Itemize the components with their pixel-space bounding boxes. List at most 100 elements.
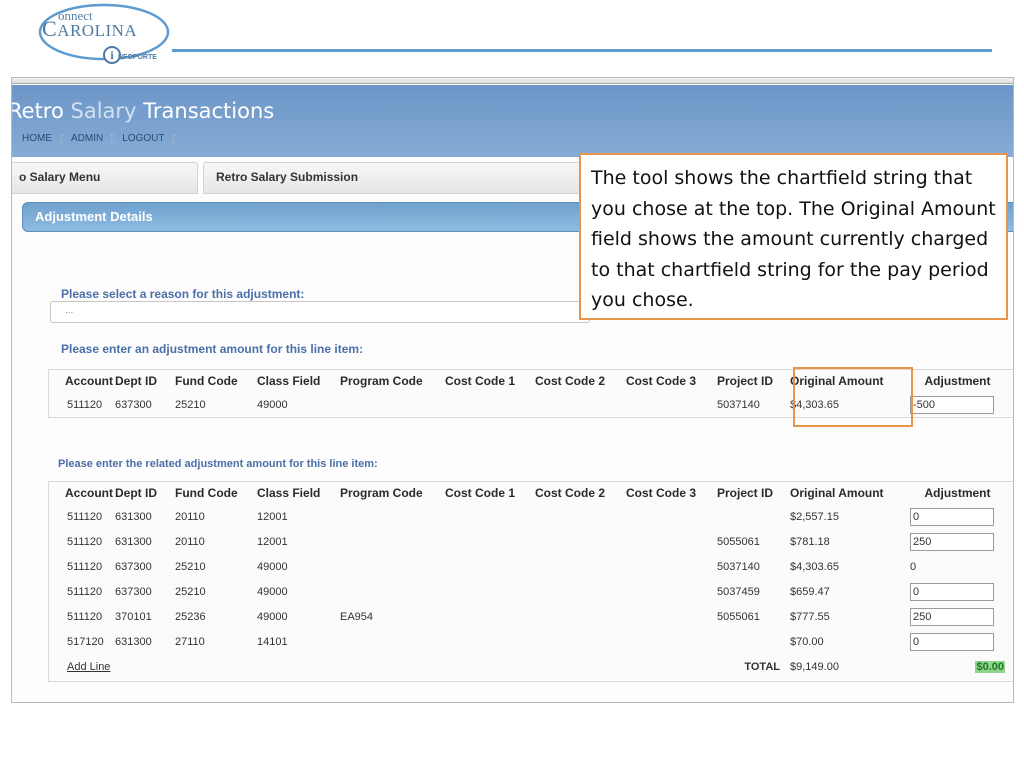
cell-project-id: 5037140 [717, 398, 760, 411]
cell-fund-code: 25210 [175, 560, 206, 573]
cell-fund-code: 27110 [175, 635, 205, 648]
cell-fund-code: 20110 [175, 535, 205, 548]
nav-separator [172, 133, 176, 144]
col-adjustment: Adjustment [924, 486, 991, 500]
col-dept-id: Dept ID [115, 486, 157, 500]
cell-fund-code: 25210 [175, 398, 206, 411]
col-project-id: Project ID [717, 374, 774, 388]
adjustment-input[interactable] [910, 632, 994, 651]
top-nav: HOME ADMIN LOGOUT [22, 133, 183, 144]
cell-cost-code-3 [626, 504, 717, 529]
cell-original-amount: $781.18 [790, 535, 830, 548]
table-row: 511120 637300 25210 49000 5037140 $4,303.65 0 [49, 554, 1005, 579]
cell-program-code: EA954 [340, 610, 374, 623]
table-row: 511120 631300 20110 12001 5055061 $781.18 [49, 529, 1005, 554]
cell-fund-code: 20110 [175, 510, 205, 523]
cell-account: 511120 [67, 510, 103, 523]
col-class-field: Class Field [257, 374, 321, 388]
tab-salary-menu[interactable]: o Salary Menu [12, 162, 198, 194]
col-fund-code: Fund Code [175, 486, 238, 500]
cell-cost-code-3 [626, 554, 717, 579]
cell-cost-code-2 [535, 529, 626, 554]
col-original-amount: Original Amount [790, 486, 884, 500]
nav-admin[interactable]: ADMIN [71, 133, 103, 144]
cell-account: 511120 [67, 535, 103, 548]
logo-carolina-text: CAROLINA [42, 16, 138, 41]
cell-adjustment [910, 504, 1005, 529]
cell-original-amount: $70.00 [790, 635, 824, 648]
col-cost-code-2: Cost Code 2 [535, 374, 606, 388]
col-original-amount: Original Amount [790, 374, 884, 388]
nav-home[interactable]: HOME [22, 133, 52, 144]
cell-account: 511120 [67, 398, 103, 411]
cell-cost-code-1 [445, 629, 535, 654]
table-row: 511120 637300 25210 49000 5037459 $659.47 [49, 579, 1005, 604]
cell-project-id [717, 504, 790, 529]
cell-fund-code: 25210 [175, 585, 206, 598]
tab-retro-salary-submission[interactable]: Retro Salary Submission [203, 162, 633, 194]
col-program-code: Program Code [340, 486, 423, 500]
cell-program-code [340, 392, 445, 417]
cell-dept-id: 631300 [115, 535, 152, 548]
col-program-code: Program Code [340, 374, 423, 388]
col-project-id: Project ID [717, 486, 774, 500]
cell-cost-code-1 [445, 554, 535, 579]
adjustment-input[interactable] [910, 532, 994, 551]
col-cost-code-3: Cost Code 3 [626, 374, 697, 388]
nav-logout[interactable]: LOGOUT [122, 133, 164, 144]
cell-project-id: 5037459 [717, 585, 760, 598]
cell-original-amount: $4,303.65 [790, 560, 839, 573]
col-account: Account [65, 374, 113, 388]
cell-dept-id: 637300 [115, 585, 152, 598]
cell-class-field: 14101 [257, 635, 288, 648]
cell-cost-code-3 [626, 579, 717, 604]
cell-dept-id: 637300 [115, 398, 152, 411]
app-title: Retro Salary Transactions [11, 99, 275, 123]
adjustment-input[interactable] [910, 507, 994, 526]
cell-adjustment [910, 629, 1005, 654]
cell-fund-code: 25236 [175, 610, 206, 623]
related-label: Please enter the related adjustment amou… [58, 458, 378, 470]
cell-account: 511120 [67, 610, 103, 623]
adjustment-input[interactable] [910, 607, 994, 626]
cell-class-field: 12001 [257, 535, 288, 548]
cell-project-id: 5055061 [717, 610, 760, 623]
col-dept-id: Dept ID [115, 374, 157, 388]
cell-dept-id: 631300 [115, 635, 152, 648]
cell-cost-code-2 [535, 554, 626, 579]
reason-select[interactable]: ... [50, 301, 590, 323]
cell-cost-code-2 [535, 604, 626, 629]
line-item-table: Account Dept ID Fund Code Class Field Pr… [48, 369, 1013, 418]
cell-cost-code-3 [626, 392, 717, 417]
col-account: Account [65, 486, 113, 500]
nav-separator [60, 133, 63, 144]
col-cost-code-2: Cost Code 2 [535, 486, 606, 500]
cell-dept-id: 631300 [115, 510, 152, 523]
cell-dept-id: 637300 [115, 560, 152, 573]
adjustment-details-title: Adjustment Details [35, 209, 153, 224]
cell-account: 511120 [67, 560, 103, 573]
table-row: 511120 637300 25210 49000 5037140 $4,303… [49, 392, 1005, 417]
table-row: 511120 631300 20110 12001 $2,557.15 [49, 504, 1005, 529]
cell-account: 517120 [67, 635, 104, 648]
adjustment-input[interactable] [910, 582, 994, 601]
adjustment-input[interactable] [910, 395, 994, 414]
reason-label: Please select a reason for this adjustme… [61, 287, 305, 301]
add-line-link[interactable]: Add Line [67, 661, 110, 673]
col-class-field: Class Field [257, 486, 321, 500]
cell-class-field: 49000 [257, 560, 288, 573]
browser-strip [12, 78, 1013, 84]
cell-dept-id: 370101 [115, 610, 152, 623]
cell-adjustment: 0 [910, 560, 917, 573]
total-label: TOTAL [744, 660, 780, 673]
cell-program-code [340, 629, 445, 654]
cell-cost-code-3 [626, 629, 717, 654]
cell-program-code [340, 554, 445, 579]
cell-project-id: 5055061 [717, 535, 760, 548]
cell-cost-code-3 [626, 604, 717, 629]
cell-cost-code-3 [626, 529, 717, 554]
cell-adjustment [910, 529, 1005, 554]
connect-carolina-logo: onnect CAROLINA i NFOPORTE [36, 2, 176, 70]
table-row: 511120 370101 25236 49000 EA954 5055061 $777.5… [49, 604, 1005, 629]
cell-cost-code-2 [535, 629, 626, 654]
